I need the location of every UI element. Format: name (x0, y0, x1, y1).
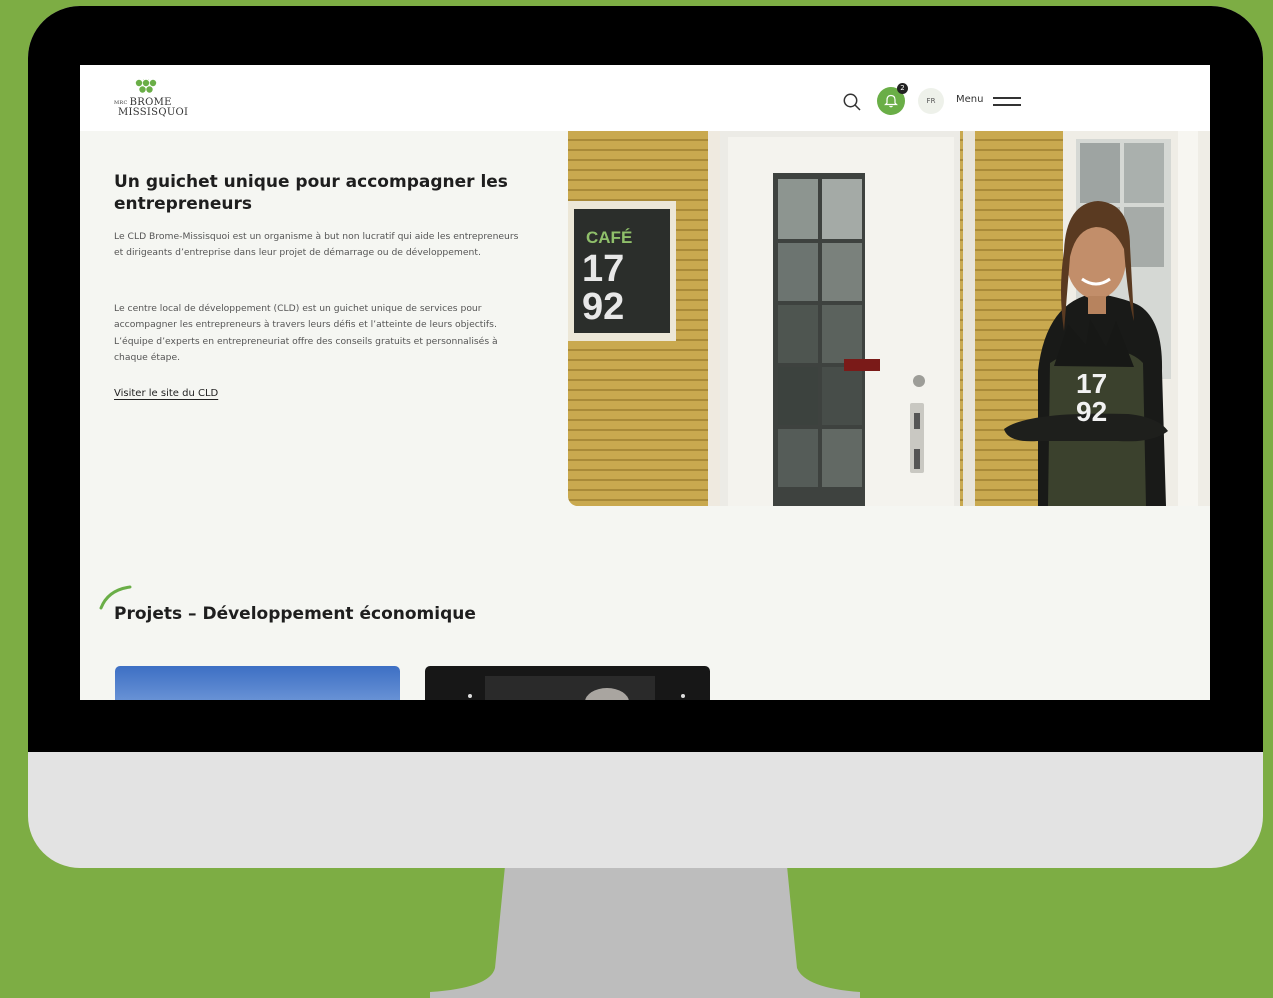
sign-number-top: 17 (582, 248, 624, 290)
apron-number-top: 17 (1076, 368, 1107, 399)
hero-image: CAFÉ 17 92 17 92 (568, 131, 1210, 506)
menu-label[interactable]: Menu (956, 94, 983, 105)
notification-count-badge: 2 (897, 83, 908, 94)
grapes-logo-icon (135, 79, 157, 93)
apron-number-bottom: 92 (1076, 396, 1107, 427)
site-logo[interactable]: MRC BROME MISSISQUOI (114, 79, 194, 121)
project-card-2-image (468, 676, 685, 700)
projects-section-title: Projets – Développement économique (114, 604, 476, 624)
browser-viewport: MRC BROME MISSISQUOI 2 FR Menu Un guiche… (80, 65, 1210, 700)
bell-icon (884, 94, 898, 108)
sign-number-bottom: 92 (582, 286, 624, 328)
logo-prefix: MRC (114, 99, 128, 106)
sign-cafe-text: CAFÉ (586, 228, 632, 247)
project-card-2[interactable] (425, 666, 710, 700)
cafe-storefront-illustration: CAFÉ 17 92 17 92 (568, 131, 1210, 506)
visit-cld-link[interactable]: Visiter le site du CLD (114, 388, 218, 399)
hero-paragraph-1: Le CLD Brome-Missisquoi est un organisme… (114, 231, 519, 259)
hamburger-icon[interactable] (993, 96, 1021, 106)
notifications-button[interactable]: 2 (877, 83, 908, 115)
language-toggle[interactable]: FR (918, 88, 944, 114)
hero-paragraph-2: Le centre local de développement (CLD) e… (114, 303, 498, 363)
search-icon[interactable] (842, 92, 862, 112)
monitor-bezel: MRC BROME MISSISQUOI 2 FR Menu Un guiche… (28, 6, 1263, 752)
hero-title: Un guichet unique pour accompagner les e… (114, 172, 508, 214)
logo-text-line2: MISSISQUOI (118, 107, 189, 118)
site-header: MRC BROME MISSISQUOI 2 FR Menu (80, 65, 1210, 131)
project-card-1[interactable] (115, 666, 400, 700)
monitor: MRC BROME MISSISQUOI 2 FR Menu Un guiche… (28, 6, 1263, 868)
